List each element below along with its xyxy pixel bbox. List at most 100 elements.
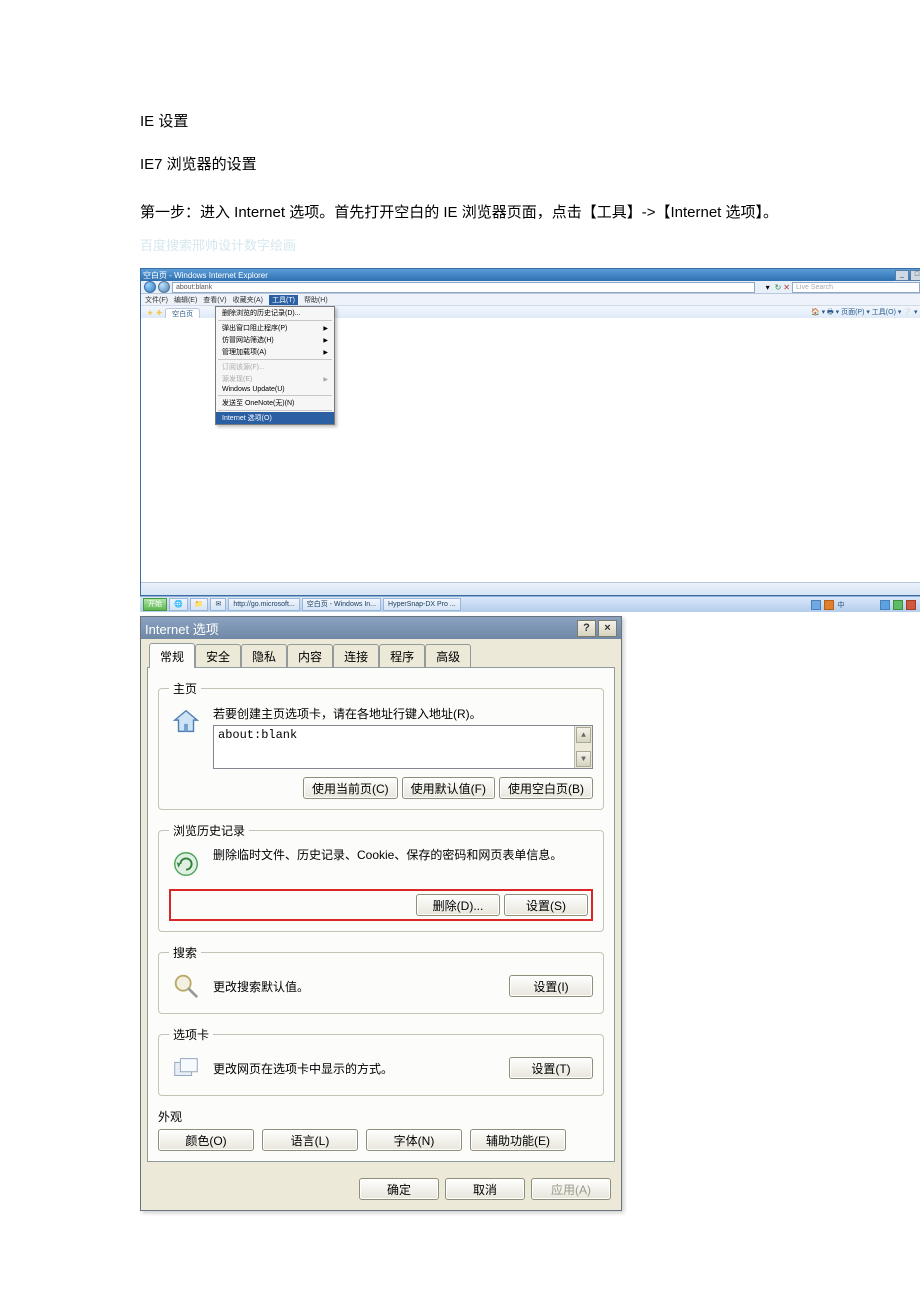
- history-desc: 删除临时文件、历史记录、Cookie、保存的密码和网页表单信息。: [213, 847, 562, 864]
- group-history: 浏览历史记录 删除临时文件、历史记录、Cookie、保存的密码和网页表单信息。 …: [158, 822, 604, 932]
- ie-address-bar: about:blank ▾ ↻ ✕ Live Search 🔍: [141, 281, 920, 294]
- search-settings-button[interactable]: 设置(I): [509, 975, 593, 997]
- tools-manage-addons[interactable]: 管理加载项(A)▶: [216, 346, 334, 358]
- tray-icon[interactable]: [906, 600, 916, 610]
- ie-window-title: 空白页 - Windows Internet Explorer: [143, 270, 268, 281]
- colors-button[interactable]: 颜色(O): [158, 1129, 254, 1151]
- homepage-value: about:blank: [214, 726, 574, 768]
- start-button[interactable]: 开始: [143, 598, 167, 611]
- taskbar-item[interactable]: 空白页 - Windows In...: [302, 598, 381, 611]
- use-default-button[interactable]: 使用默认值(F): [402, 777, 495, 799]
- tray-icon[interactable]: [893, 600, 903, 610]
- group-history-legend: 浏览历史记录: [169, 822, 249, 839]
- tools-internet-options[interactable]: Internet 选项(O): [216, 412, 334, 424]
- back-button[interactable]: [144, 281, 156, 293]
- favorites-add-icon[interactable]: ✚: [156, 309, 162, 317]
- dialog-help-button[interactable]: ?: [577, 620, 596, 637]
- accessibility-button[interactable]: 辅助功能(E): [470, 1129, 566, 1151]
- tools-send-onenote[interactable]: 发送至 OneNote(无)(N): [216, 397, 334, 409]
- tab-programs[interactable]: 程序: [379, 644, 425, 669]
- tray-icon[interactable]: [880, 600, 890, 610]
- group-search: 搜索 更改搜索默认值。 设置(I): [158, 944, 604, 1014]
- windows-taskbar: 开始 🌐 📁 ✉ http://go.microsoft... 空白页 - Wi…: [140, 596, 920, 612]
- fonts-button[interactable]: 字体(N): [366, 1129, 462, 1151]
- scroll-down-icon[interactable]: ▼: [576, 751, 591, 767]
- tab-connections[interactable]: 连接: [333, 644, 379, 669]
- group-appearance-legend: 外观: [158, 1108, 604, 1125]
- group-tabs: 选项卡 更改网页在选项卡中显示的方式。 设置(T): [158, 1026, 604, 1096]
- tab-privacy[interactable]: 隐私: [241, 644, 287, 669]
- tab-general[interactable]: 常规: [149, 643, 195, 668]
- tools-popup-blocker[interactable]: 弹出窗口阻止程序(P)▶: [216, 322, 334, 334]
- apply-button[interactable]: 应用(A): [531, 1178, 611, 1200]
- taskbar-item[interactable]: http://go.microsoft...: [228, 598, 299, 611]
- menu-help[interactable]: 帮助(H): [304, 295, 328, 305]
- tools-dropdown-menu: 删除浏览的历史记录(D)... 弹出窗口阻止程序(P)▶ 仿冒网站筛选(H)▶ …: [215, 306, 335, 425]
- history-delete-button[interactable]: 删除(D)...: [416, 894, 500, 916]
- scroll-up-icon[interactable]: ▲: [576, 727, 591, 743]
- menu-view[interactable]: 查看(V): [203, 295, 226, 305]
- history-buttons-highlight: 删除(D)... 设置(S): [169, 889, 593, 921]
- tab-advanced[interactable]: 高级: [425, 644, 471, 669]
- group-homepage-legend: 主页: [169, 680, 201, 697]
- menu-tools[interactable]: 工具(T): [269, 295, 298, 305]
- forward-button[interactable]: [158, 281, 170, 293]
- languages-button[interactable]: 语言(L): [262, 1129, 358, 1151]
- doc-title: IE 设置: [140, 110, 780, 131]
- doc-step-1-faint: 百度搜索邢帅设计数字绘画: [140, 238, 296, 253]
- tabs-icon: [169, 1051, 203, 1085]
- tray-icon[interactable]: [824, 600, 834, 610]
- taskbar-item[interactable]: 📁: [190, 598, 209, 611]
- homepage-scrollbar[interactable]: ▲ ▼: [574, 726, 592, 768]
- doc-step-1: 第一步：进入 Internet 选项。首先打开空白的 IE 浏览器页面，点击【工…: [140, 196, 780, 262]
- taskbar-item[interactable]: ✉: [210, 598, 226, 611]
- taskbar-item[interactable]: HyperSnap-DX Pro ...: [383, 598, 461, 611]
- menu-fav[interactable]: 收藏夹(A): [233, 295, 263, 305]
- tab-content[interactable]: 内容: [287, 644, 333, 669]
- search-field[interactable]: Live Search: [792, 282, 920, 293]
- maximize-button[interactable]: □: [910, 270, 920, 281]
- tools-subscribe-feed: 订阅该源(F)...: [216, 361, 334, 373]
- homepage-textarea[interactable]: about:blank ▲ ▼: [213, 725, 593, 769]
- minimize-button[interactable]: _: [895, 270, 909, 281]
- group-appearance: 颜色(O) 语言(L) 字体(N) 辅助功能(E): [158, 1129, 604, 1151]
- doc-subtitle: IE7 浏览器的设置: [140, 153, 780, 174]
- taskbar-item[interactable]: 🌐: [169, 598, 188, 611]
- ie-status-bar: [141, 582, 920, 595]
- internet-options-dialog: Internet 选项 ? × 常规 安全 隐私 内容 连接 程序 高级 主页: [140, 616, 622, 1211]
- homepage-desc: 若要创建主页选项卡，请在各地址行键入地址(R)。: [213, 705, 593, 722]
- tools-feed-discovery: 源发现(E)▶: [216, 373, 334, 385]
- tools-delete-history[interactable]: 删除浏览的历史记录(D)...: [216, 307, 334, 319]
- menu-edit[interactable]: 编辑(E): [174, 295, 197, 305]
- ie-menubar: 文件(F) 编辑(E) 查看(V) 收藏夹(A) 工具(T) 帮助(H): [141, 294, 920, 306]
- ie-window: 空白页 - Windows Internet Explorer _ □ × ab…: [140, 268, 920, 596]
- tray-icon[interactable]: [811, 600, 821, 610]
- tray-lang[interactable]: 中: [837, 600, 844, 610]
- home-icon: [169, 705, 203, 739]
- doc-step-1-text: 第一步：进入 Internet 选项。首先打开空白的 IE 浏览器页面，点击【工…: [140, 204, 778, 221]
- group-homepage: 主页 若要创建主页选项卡，请在各地址行键入地址(R)。 about:blank …: [158, 680, 604, 810]
- history-icon: [169, 847, 203, 881]
- dialog-title-text: Internet 选项: [145, 619, 219, 638]
- search-desc: 更改搜索默认值。: [213, 978, 499, 995]
- tabs-desc: 更改网页在选项卡中显示的方式。: [213, 1060, 499, 1077]
- group-tabs-legend: 选项卡: [169, 1026, 213, 1043]
- tools-phishing-filter[interactable]: 仿冒网站筛选(H)▶: [216, 334, 334, 346]
- tools-windows-update[interactable]: Windows Update(U): [216, 385, 334, 394]
- history-settings-button[interactable]: 设置(S): [504, 894, 588, 916]
- menu-file[interactable]: 文件(F): [145, 295, 168, 305]
- tab-security[interactable]: 安全: [195, 644, 241, 669]
- address-field[interactable]: about:blank: [172, 282, 755, 293]
- dialog-close-button[interactable]: ×: [598, 620, 617, 637]
- tabs-settings-button[interactable]: 设置(T): [509, 1057, 593, 1079]
- use-blank-button[interactable]: 使用空白页(B): [499, 777, 593, 799]
- ie-titlebar: 空白页 - Windows Internet Explorer _ □ ×: [141, 269, 920, 281]
- dialog-footer: 确定 取消 应用(A): [141, 1170, 621, 1210]
- cancel-button[interactable]: 取消: [445, 1178, 525, 1200]
- favorites-star-icon[interactable]: ★: [147, 309, 153, 317]
- dialog-tabset: 常规 安全 隐私 内容 连接 程序 高级: [147, 643, 615, 668]
- use-current-button[interactable]: 使用当前页(C): [303, 777, 398, 799]
- dialog-titlebar: Internet 选项 ? ×: [141, 617, 621, 639]
- ok-button[interactable]: 确定: [359, 1178, 439, 1200]
- search-icon: [169, 969, 203, 1003]
